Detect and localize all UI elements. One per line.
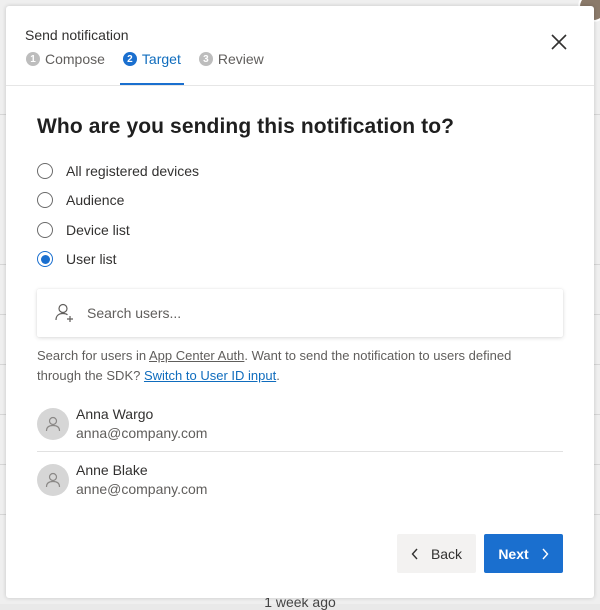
radio-button-selected[interactable] bbox=[37, 251, 53, 268]
switch-to-user-id-link[interactable]: Switch to User ID input bbox=[144, 368, 276, 383]
search-input[interactable] bbox=[85, 304, 509, 322]
step-label: Compose bbox=[45, 51, 105, 67]
chevron-left-icon bbox=[411, 548, 418, 559]
list-item[interactable]: Anne Blake anne@company.com bbox=[37, 452, 563, 507]
chevron-right-icon bbox=[542, 548, 549, 559]
option-label: Audience bbox=[66, 192, 125, 209]
step-compose[interactable]: 1 Compose bbox=[25, 51, 106, 85]
next-button[interactable]: Next bbox=[484, 534, 563, 573]
close-button[interactable] bbox=[550, 33, 570, 53]
background-divider bbox=[594, 264, 600, 265]
help-text: . bbox=[276, 368, 280, 383]
background-divider bbox=[594, 114, 600, 115]
step-label: Target bbox=[141, 51, 181, 67]
step-label: Review bbox=[217, 51, 264, 67]
help-text: Search for users in bbox=[37, 348, 149, 363]
dialog-header: Send notification 1 Compose 2 Target 3 R… bbox=[6, 6, 594, 86]
person-icon bbox=[45, 416, 61, 431]
option-label: User list bbox=[66, 251, 117, 268]
user-name: Anna Wargo bbox=[76, 405, 154, 422]
send-notification-dialog: Send notification 1 Compose 2 Target 3 R… bbox=[6, 6, 594, 598]
step-number: 3 bbox=[198, 52, 213, 66]
background-divider bbox=[594, 464, 600, 465]
step-target[interactable]: 2 Target bbox=[119, 51, 184, 85]
dialog-title: Send notification bbox=[25, 27, 129, 43]
list-item[interactable]: Anna Wargo anna@company.com bbox=[37, 396, 563, 452]
close-icon bbox=[551, 34, 567, 50]
background-divider bbox=[594, 514, 600, 515]
app-center-auth-link[interactable]: App Center Auth bbox=[149, 348, 244, 363]
radio-button[interactable] bbox=[37, 221, 53, 238]
option-label: Device list bbox=[66, 221, 130, 238]
target-radio-group: All registered devices Audience Device l… bbox=[37, 156, 199, 274]
user-email: anna@company.com bbox=[76, 424, 208, 441]
next-label: Next bbox=[498, 545, 529, 562]
background-divider bbox=[594, 314, 600, 315]
user-text: Anne Blake anne@company.com bbox=[76, 461, 207, 499]
option-all-registered-devices[interactable]: All registered devices bbox=[37, 156, 199, 186]
add-person-icon bbox=[55, 303, 73, 322]
avatar bbox=[37, 407, 69, 440]
target-question: Who are you sending this notification to… bbox=[37, 115, 455, 138]
user-name: Anne Blake bbox=[76, 461, 148, 478]
background-divider bbox=[594, 414, 600, 415]
person-icon bbox=[45, 472, 61, 487]
user-list: Anna Wargo anna@company.com Anne Blake a… bbox=[37, 396, 563, 507]
option-audience[interactable]: Audience bbox=[37, 186, 199, 216]
user-search-box[interactable] bbox=[37, 289, 563, 337]
option-label: All registered devices bbox=[66, 162, 200, 179]
user-text: Anna Wargo anna@company.com bbox=[76, 405, 207, 443]
step-number: 1 bbox=[26, 52, 40, 66]
option-device-list[interactable]: Device list bbox=[37, 215, 199, 245]
radio-button[interactable] bbox=[37, 192, 53, 209]
radio-button[interactable] bbox=[37, 162, 53, 179]
wizard-steps: 1 Compose 2 Target 3 Review bbox=[25, 51, 281, 85]
option-user-list[interactable]: User list bbox=[37, 245, 199, 275]
search-help-text: Search for users in App Center Auth. Wan… bbox=[37, 346, 557, 386]
user-email: anne@company.com bbox=[76, 480, 208, 497]
avatar bbox=[37, 463, 69, 496]
background-divider bbox=[594, 364, 600, 365]
step-number: 2 bbox=[122, 52, 137, 66]
back-button[interactable]: Back bbox=[397, 534, 476, 573]
step-review[interactable]: 3 Review bbox=[198, 51, 265, 85]
back-label: Back bbox=[430, 545, 463, 562]
